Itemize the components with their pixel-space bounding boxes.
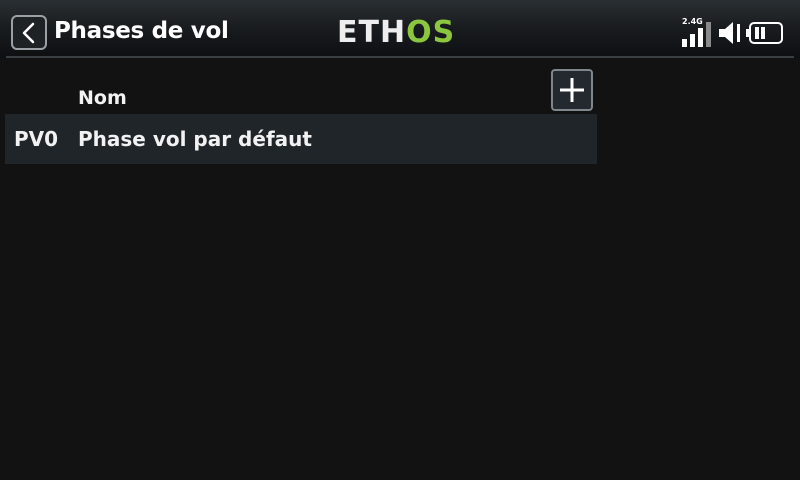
ethos-logo: ETHOS [337,16,455,50]
flight-mode-name: Phase vol par défaut [78,127,312,151]
table-row[interactable]: PV0 Phase vol par défaut [5,114,597,164]
speaker-icon [719,22,740,44]
logo-eth-text: ETH [337,15,407,50]
column-header-name: Nom [78,87,127,109]
page-title: Phases de vol [54,18,229,44]
status-icons: 2.4G [680,17,790,49]
chevron-left-icon [22,22,35,44]
flight-mode-id: PV0 [14,127,59,151]
header-divider [6,56,794,58]
plus-icon [560,78,584,102]
logo-os-text: OS [406,15,456,50]
add-flight-mode-button[interactable] [551,69,593,111]
battery-icon [746,22,783,44]
back-button[interactable] [11,15,47,50]
signal-bars-icon [682,22,711,47]
